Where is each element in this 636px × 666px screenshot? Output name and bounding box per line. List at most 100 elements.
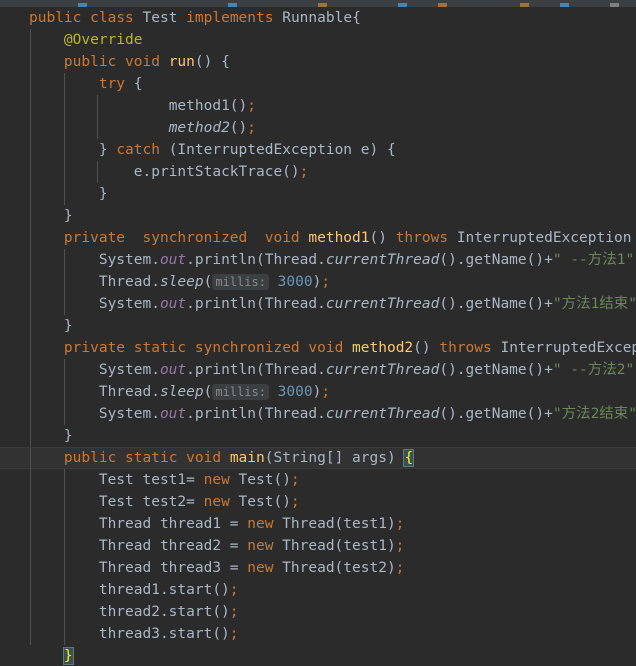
indent-guide: [30, 29, 31, 51]
code-token-id: [116, 450, 125, 466]
code-token-brace-hl: }: [62, 647, 74, 665]
code-token-sem: ;: [247, 120, 256, 136]
code-token-kw: void: [125, 54, 160, 70]
code-token-id: Test(): [229, 472, 291, 488]
indent-guide: [63, 513, 65, 535]
code-token-id: Thread thread3 =: [98, 560, 248, 576]
code-token-id: {: [125, 76, 143, 92]
indent-guide: [63, 469, 65, 491]
code-token-kw: new: [203, 472, 230, 488]
code-line[interactable]: }: [0, 183, 636, 205]
code-token-stat: method2: [168, 120, 230, 136]
indent-guide: [30, 513, 31, 535]
code-line[interactable]: Thread thread3 = new Thread(test2);: [0, 557, 636, 579]
code-line[interactable]: Thread.sleep(millis: 3000);: [0, 381, 636, 403]
indent-guide: [63, 535, 65, 557]
code-line[interactable]: }: [0, 645, 636, 666]
indent-guide: [63, 117, 65, 139]
code-editor[interactable]: public class Test implements Runnable{ @…: [0, 7, 636, 666]
code-line[interactable]: thread2.start();: [0, 601, 636, 623]
code-token-id: ): [312, 274, 322, 290]
code-token-id: System.: [98, 252, 160, 268]
code-token-kw: new: [247, 560, 274, 576]
code-line[interactable]: Thread thread2 = new Thread(test1);: [0, 535, 636, 557]
indent-guide: [63, 381, 65, 403]
indent-guide: [30, 491, 31, 513]
code-token-sem: ;: [229, 626, 239, 642]
indent-guide: [63, 491, 65, 513]
indent-guide: [30, 183, 31, 205]
code-line[interactable]: method2();: [0, 117, 636, 139]
code-line[interactable]: try {: [0, 73, 636, 95]
code-line[interactable]: e.printStackTrace();: [0, 161, 636, 183]
code-token-id: Test(): [229, 494, 291, 510]
code-line[interactable]: System.out.println(Thread.currentThread(…: [0, 249, 636, 271]
indent-guide: [63, 95, 65, 117]
code-token-id: () {: [194, 54, 230, 70]
code-token-sem: ;: [395, 560, 405, 576]
indent-guide: [63, 623, 65, 645]
code-token-kw: new: [203, 494, 230, 510]
code-line[interactable]: public class Test implements Runnable{: [0, 7, 636, 29]
code-token-id: ().getName()+: [439, 252, 553, 268]
code-token-kw: private: [63, 230, 126, 246]
indent-guide: [30, 227, 31, 249]
code-token-id: }: [98, 142, 117, 158]
code-line[interactable]: System.out.println(Thread.currentThread(…: [0, 359, 636, 381]
code-line[interactable]: System.out.println(Thread.currentThread(…: [0, 293, 636, 315]
code-line[interactable]: Test test1= new Test();: [0, 469, 636, 491]
indent-guide: [30, 315, 31, 337]
code-line[interactable]: System.out.println(Thread.currentThread(…: [0, 403, 636, 425]
indent-guide: [30, 557, 31, 579]
code-token-stat: sleep: [159, 384, 204, 400]
code-line[interactable]: Test test2= new Test();: [0, 491, 636, 513]
code-line[interactable]: method1();: [0, 95, 636, 117]
code-token-id: }: [63, 428, 73, 444]
code-token-kw: private: [63, 340, 126, 356]
code-line[interactable]: thread3.start();: [0, 623, 636, 645]
code-line[interactable]: }: [0, 205, 636, 227]
code-line[interactable]: }: [0, 315, 636, 337]
code-line[interactable]: Thread.sleep(millis: 3000);: [0, 271, 636, 293]
indent-guide: [30, 95, 31, 117]
indent-guide: [63, 271, 65, 293]
code-token-sem: ;: [321, 384, 331, 400]
code-token-kw: static: [125, 450, 178, 466]
code-token-kw: public: [63, 450, 117, 466]
indent-guide: [30, 205, 31, 227]
code-token-id: Test: [142, 10, 178, 26]
code-line[interactable]: }: [0, 425, 636, 447]
indent-guide: [63, 601, 65, 623]
code-token-sem: ;: [229, 604, 239, 620]
code-line[interactable]: public void run() {: [0, 51, 636, 73]
indent-guide: [63, 557, 65, 579]
code-line[interactable]: Thread thread1 = new Thread(test1);: [0, 513, 636, 535]
indent-guide: [63, 293, 65, 315]
code-line[interactable]: private static synchronized void method2…: [0, 337, 636, 359]
code-token-id: InterruptedException {: [500, 340, 636, 356]
indent-guide: [30, 623, 31, 645]
indent-guide: [30, 161, 31, 183]
code-token-id: .println(Thread.: [186, 406, 326, 422]
code-token-id: }: [98, 186, 108, 202]
indent-guide: [30, 139, 31, 161]
code-token-str: " --方法1": [552, 252, 635, 268]
indent-guide: [30, 425, 31, 447]
code-line[interactable]: thread1.start();: [0, 579, 636, 601]
code-line[interactable]: } catch (InterruptedException e) {: [0, 139, 636, 161]
indent-guide: [30, 271, 31, 293]
code-token-id: [125, 230, 142, 246]
code-token-stat: currentThread: [325, 252, 440, 268]
code-token-ann: @Override: [63, 32, 143, 48]
code-token-id: (): [369, 230, 396, 246]
code-token-kw: new: [247, 516, 274, 532]
code-token-fld: out: [159, 296, 187, 312]
indent-guide: [63, 249, 65, 271]
code-line[interactable]: @Override: [0, 29, 636, 51]
code-token-id: InterruptedException {: [448, 230, 636, 246]
code-line[interactable]: public static void main(String[] args) {: [0, 447, 636, 470]
code-line[interactable]: private synchronized void method1() thro…: [0, 227, 636, 249]
